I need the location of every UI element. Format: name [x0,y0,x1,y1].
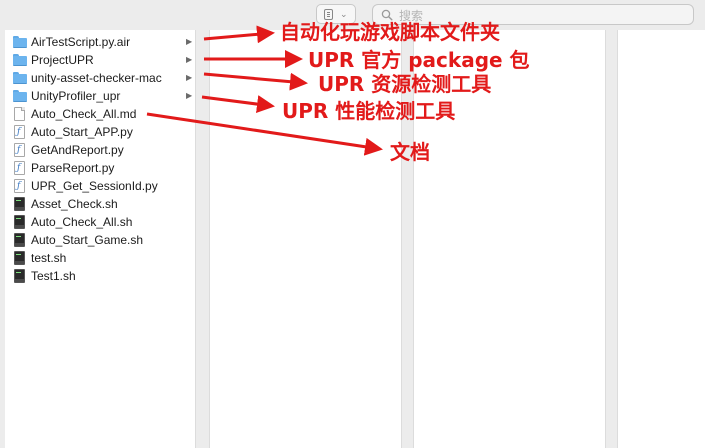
annotation-profiler: UPR 性能检测工具 [282,99,456,123]
annotation-doc: 文档 [390,140,430,164]
arrow-asset-checker [203,72,308,91]
arrow-airtest [203,25,275,44]
arrow-profiler [201,95,275,114]
annotation-asset-checker: UPR 资源检测工具 [318,72,492,96]
annotation-airtest: 自动化玩游戏脚本文件夹 [280,20,500,44]
